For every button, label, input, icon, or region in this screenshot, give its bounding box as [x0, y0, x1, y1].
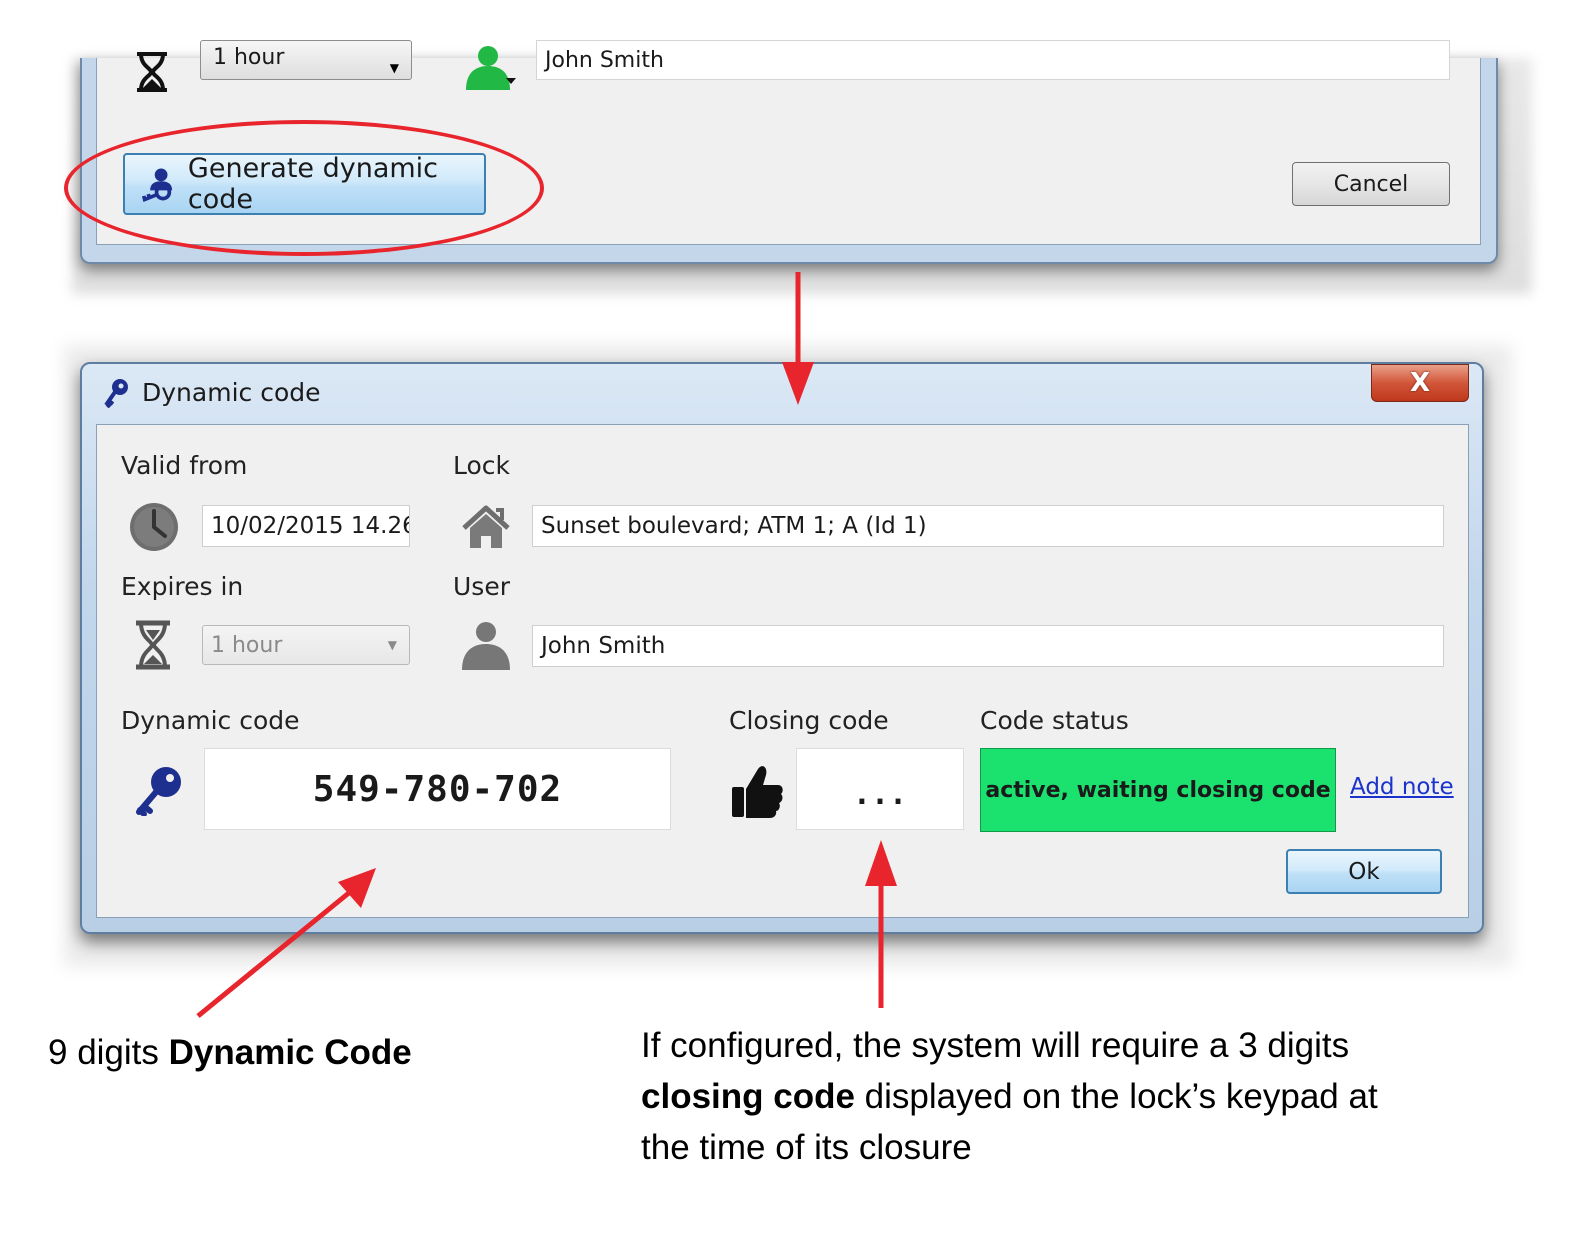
dynamic-code-display: 549-780-702	[204, 748, 671, 830]
user-label: User	[453, 572, 510, 601]
expires-in-label: Expires in	[121, 572, 244, 601]
chevron-down-icon: ▼	[389, 61, 399, 75]
expires-combo-top[interactable]: 1 hour ▼	[200, 40, 412, 80]
valid-from-label: Valid from	[121, 451, 248, 480]
caption-left: 9 digits Dynamic Code	[48, 1027, 412, 1078]
user-icon	[466, 46, 516, 90]
caption-left-prefix: 9 digits	[48, 1033, 169, 1072]
expires-combo-value: 1 hour	[211, 632, 283, 658]
caption-right-bold: closing code	[641, 1077, 855, 1116]
hourglass-icon	[136, 620, 170, 670]
caption-right-line3: the time of its closure	[641, 1128, 972, 1167]
home-icon	[462, 505, 510, 548]
cancel-button[interactable]: Cancel	[1292, 162, 1450, 206]
chevron-down-icon: ▼	[387, 638, 397, 652]
caption-right-line1: If configured, the system will require a…	[641, 1026, 1350, 1065]
caption-right-line2: closing code displayed on the lock’s key…	[641, 1071, 1541, 1122]
caption-left-bold: Dynamic Code	[168, 1033, 412, 1072]
key-icon	[104, 379, 128, 408]
lock-field[interactable]: Sunset boulevard; ATM 1; A (Id 1)	[532, 505, 1444, 547]
valid-from-field[interactable]: 10/02/2015 14.26	[202, 505, 410, 547]
dialog-title: Dynamic code	[142, 378, 321, 407]
caption-right-line2-rest: displayed on the lock’s keypad at	[854, 1077, 1378, 1116]
code-status-label: Code status	[980, 706, 1129, 735]
user-icon	[462, 622, 510, 670]
user-field[interactable]: John Smith	[532, 625, 1444, 667]
dialog-client	[96, 424, 1469, 918]
highlight-ellipse	[64, 120, 544, 256]
closing-code-display: ...	[796, 748, 964, 830]
code-status-badge: active, waiting closing code	[980, 748, 1336, 832]
thumbs-up-icon	[732, 766, 783, 818]
expires-combo[interactable]: 1 hour ▼	[202, 625, 410, 665]
close-button[interactable]: X	[1371, 364, 1469, 402]
dynamic-code-label: Dynamic code	[121, 706, 300, 735]
add-note-link[interactable]: Add note	[1350, 774, 1454, 800]
clock-icon	[130, 503, 178, 551]
lock-label: Lock	[453, 451, 511, 480]
caption-right: If configured, the system will require a…	[641, 1020, 1541, 1173]
expires-combo-top-value: 1 hour	[213, 45, 285, 70]
closing-code-label: Closing code	[729, 706, 889, 735]
hourglass-icon	[137, 52, 167, 92]
user-field-top[interactable]: John Smith	[536, 40, 1450, 80]
key-icon	[136, 767, 181, 816]
close-icon: X	[1409, 368, 1431, 398]
ok-button[interactable]: Ok	[1286, 849, 1442, 894]
